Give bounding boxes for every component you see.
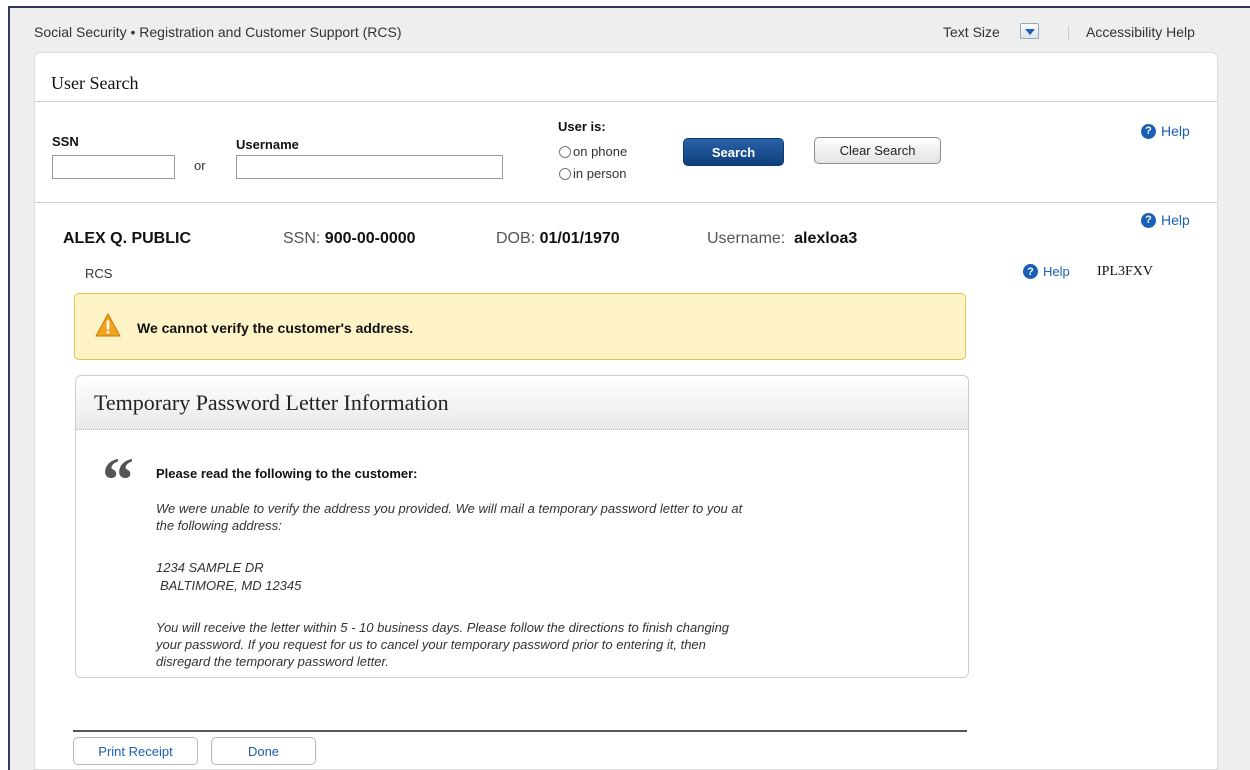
help-icon: ? (1141, 212, 1156, 228)
app-header: Social Security • Registration and Custo… (10, 8, 1230, 54)
or-label: or (194, 158, 206, 173)
script-line: We were unable to verify the address you… (156, 501, 743, 516)
help-label: Help (1043, 264, 1070, 279)
customer-dob: DOB: 01/01/1970 (496, 230, 620, 248)
search-bar: SSN or Username User is: on phone in per… (35, 102, 1217, 203)
radio-on-phone[interactable] (559, 146, 571, 158)
customer-name-value: ALEX Q. PUBLIC (63, 230, 192, 247)
ssn-label: SSN (52, 134, 79, 149)
radio-on-phone-label: on phone (573, 144, 628, 159)
actions-divider (73, 730, 967, 732)
card-title: Temporary Password Letter Information (94, 390, 449, 415)
customer-help-link[interactable]: ? Help (1141, 212, 1190, 228)
customer-name: ALEX Q. PUBLIC (63, 230, 191, 248)
radio-in-person[interactable] (559, 168, 571, 180)
script-line: You will receive the letter within 5 - 1… (156, 620, 730, 635)
header-divider (1068, 26, 1069, 39)
username-key: Username: (707, 230, 786, 247)
text-size-label: Text Size (943, 24, 1000, 40)
print-receipt-button[interactable]: Print Receipt (73, 737, 198, 765)
customer-username: Username: alexloa3 (707, 230, 857, 248)
help-icon: ? (1141, 123, 1156, 139)
quote-icon: “ (102, 444, 134, 515)
ssn-key: SSN: (283, 230, 321, 247)
done-button[interactable]: Done (211, 737, 316, 765)
help-icon: ? (1023, 264, 1038, 279)
text-size-dropdown-icon[interactable] (1020, 23, 1039, 39)
script-line: disregard the temporary password letter. (156, 654, 389, 669)
username-input[interactable] (236, 155, 503, 179)
rcs-label: RCS (85, 266, 113, 281)
read-instruction: Please read the following to the custome… (156, 466, 418, 481)
app-title: Social Security • Registration and Custo… (34, 24, 402, 40)
dob-key: DOB: (496, 230, 536, 247)
user-is-label: User is: (558, 119, 606, 134)
ssn-value: 900-00-0000 (324, 230, 416, 247)
temp-password-letter-card: Temporary Password Letter Information “ … (75, 375, 969, 678)
warning-message: We cannot verify the customer's address. (137, 320, 414, 336)
main-panel: User Search SSN or Username User is: on … (34, 52, 1218, 770)
clear-search-button[interactable]: Clear Search (814, 137, 941, 164)
address-line: 1234 SAMPLE DR (156, 560, 264, 575)
dob-value: 01/01/1970 (539, 230, 620, 247)
username-label: Username (236, 137, 299, 152)
warning-icon (95, 313, 121, 337)
search-help-link[interactable]: ? Help (1141, 123, 1190, 139)
help-label: Help (1161, 123, 1190, 139)
search-button[interactable]: Search (683, 138, 784, 166)
page-title: User Search (51, 73, 139, 93)
rcs-help-link[interactable]: ? Help (1023, 264, 1070, 279)
radio-in-person-label: in person (573, 166, 627, 181)
script-line: the following address: (156, 518, 282, 533)
card-header: Temporary Password Letter Information (76, 376, 968, 430)
ssn-input[interactable] (52, 155, 175, 179)
username-value: alexloa3 (794, 230, 858, 247)
customer-ssn: SSN: 900-00-0000 (283, 230, 416, 248)
accessibility-help-link[interactable]: Accessibility Help (1086, 24, 1195, 40)
reference-code: IPL3FXV (1097, 264, 1154, 279)
address-line: BALTIMORE, MD 12345 (160, 578, 302, 593)
help-label: Help (1161, 212, 1190, 228)
script-line: your password. If you request for us to … (156, 637, 706, 652)
address-warning-banner: We cannot verify the customer's address. (74, 293, 966, 360)
